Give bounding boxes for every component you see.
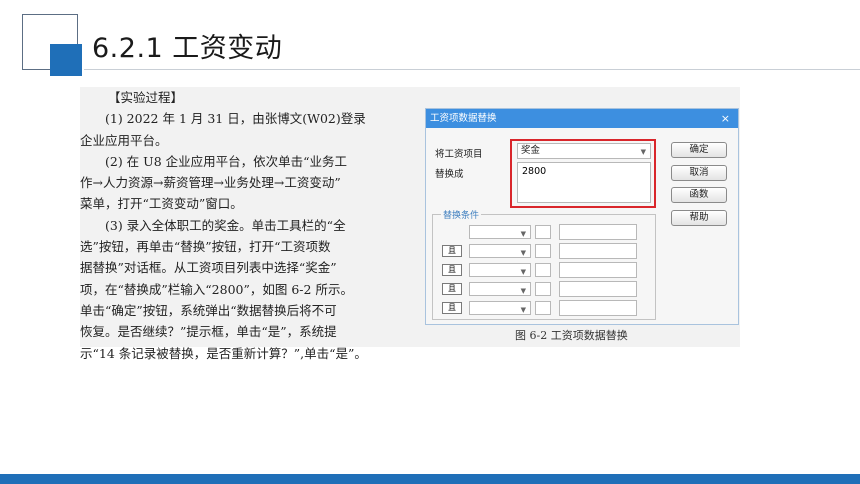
procedure-line: 项，在“替换成”栏输入“2800”，如图 6-2 所示。 bbox=[80, 281, 353, 297]
condition-value-input[interactable] bbox=[559, 224, 637, 240]
replace-dialog: 工资项数据替换 × 将工资项目 奖金 ▼ 替换成 2800 确定 取消 函数 帮… bbox=[425, 108, 739, 325]
dialog-title: 工资项数据替换 bbox=[430, 113, 497, 124]
title-underline bbox=[84, 69, 860, 70]
procedure-line: (1) 2022 年 1 月 31 日，由张博文(W02)登录 bbox=[105, 111, 366, 127]
figure-caption: 图 6-2 工资项数据替换 bbox=[515, 329, 628, 342]
condition-field-select[interactable]: ▼ bbox=[469, 301, 531, 315]
item-label: 将工资项目 bbox=[435, 149, 483, 160]
conditions-group: 替换条件 ▼ 且 ▼ 且 ▼ 且 ▼ 且 ▼ bbox=[432, 208, 656, 320]
and-button[interactable]: 且 bbox=[442, 245, 462, 257]
title-decoration-block bbox=[50, 44, 82, 76]
highlight-box bbox=[510, 139, 656, 208]
procedure-text: 【实验过程】 (1) 2022 年 1 月 31 日，由张博文(W02)登录企业… bbox=[80, 87, 422, 364]
procedure-heading: 【实验过程】 bbox=[108, 90, 184, 105]
textbook-figure-image: 【实验过程】 (1) 2022 年 1 月 31 日，由张博文(W02)登录企业… bbox=[80, 87, 740, 361]
procedure-line: 选”按钮，再单击“替换”按钮，打开“工资项数 bbox=[80, 239, 331, 255]
condition-operator[interactable] bbox=[535, 282, 551, 296]
condition-operator[interactable] bbox=[535, 301, 551, 315]
dialog-titlebar: 工资项数据替换 × bbox=[426, 109, 738, 128]
procedure-paragraphs: (1) 2022 年 1 月 31 日，由张博文(W02)登录企业应用平台。 (2… bbox=[80, 108, 422, 364]
procedure-line: 据替换”对话框。从工资项目列表中选择“奖金” bbox=[80, 260, 337, 276]
condition-value-input[interactable] bbox=[559, 243, 637, 259]
conditions-title: 替换条件 bbox=[441, 208, 482, 221]
chevron-down-icon: ▼ bbox=[520, 268, 526, 276]
condition-field-select[interactable]: ▼ bbox=[469, 225, 531, 239]
and-button[interactable]: 且 bbox=[442, 283, 462, 295]
procedure-line: 作→人力资源→薪资管理→业务处理→工资变动” bbox=[80, 175, 341, 191]
condition-operator[interactable] bbox=[535, 263, 551, 277]
procedure-line: 示“14 条记录被替换，是否重新计算？”,单击“是”。 bbox=[80, 345, 367, 361]
chevron-down-icon: ▼ bbox=[520, 306, 526, 314]
condition-field-select[interactable]: ▼ bbox=[469, 244, 531, 258]
slide-title: 6.2.1 工资变动 bbox=[92, 33, 283, 64]
condition-operator[interactable] bbox=[535, 244, 551, 258]
condition-value-input[interactable] bbox=[559, 281, 637, 297]
and-button[interactable]: 且 bbox=[442, 302, 462, 314]
close-icon[interactable]: × bbox=[721, 109, 730, 128]
condition-value-input[interactable] bbox=[559, 262, 637, 278]
chevron-down-icon: ▼ bbox=[520, 249, 526, 257]
procedure-line: (3) 录入全体职工的奖金。单击工具栏的“全 bbox=[105, 217, 346, 233]
condition-operator[interactable] bbox=[535, 225, 551, 239]
procedure-line: 企业应用平台。 bbox=[80, 132, 168, 148]
procedure-line: 菜单，打开“工资变动”窗口。 bbox=[80, 196, 243, 212]
ok-button[interactable]: 确定 bbox=[671, 142, 727, 158]
bottom-accent-bar bbox=[0, 474, 860, 484]
cancel-button[interactable]: 取消 bbox=[671, 165, 727, 181]
chevron-down-icon: ▼ bbox=[520, 230, 526, 238]
condition-field-select[interactable]: ▼ bbox=[469, 282, 531, 296]
condition-field-select[interactable]: ▼ bbox=[469, 263, 531, 277]
condition-value-input[interactable] bbox=[559, 300, 637, 316]
replace-label: 替换成 bbox=[435, 169, 464, 180]
function-button[interactable]: 函数 bbox=[671, 187, 727, 203]
procedure-line: 单击“确定”按钮，系统弹出“数据替换后将不可 bbox=[80, 302, 337, 318]
procedure-line: (2) 在 U8 企业应用平台，依次单击“业务工 bbox=[105, 153, 348, 169]
chevron-down-icon: ▼ bbox=[520, 287, 526, 295]
and-button[interactable]: 且 bbox=[442, 264, 462, 276]
help-button[interactable]: 帮助 bbox=[671, 210, 727, 226]
procedure-line: 恢复。是否继续？”提示框，单击“是”，系统提 bbox=[80, 324, 337, 340]
